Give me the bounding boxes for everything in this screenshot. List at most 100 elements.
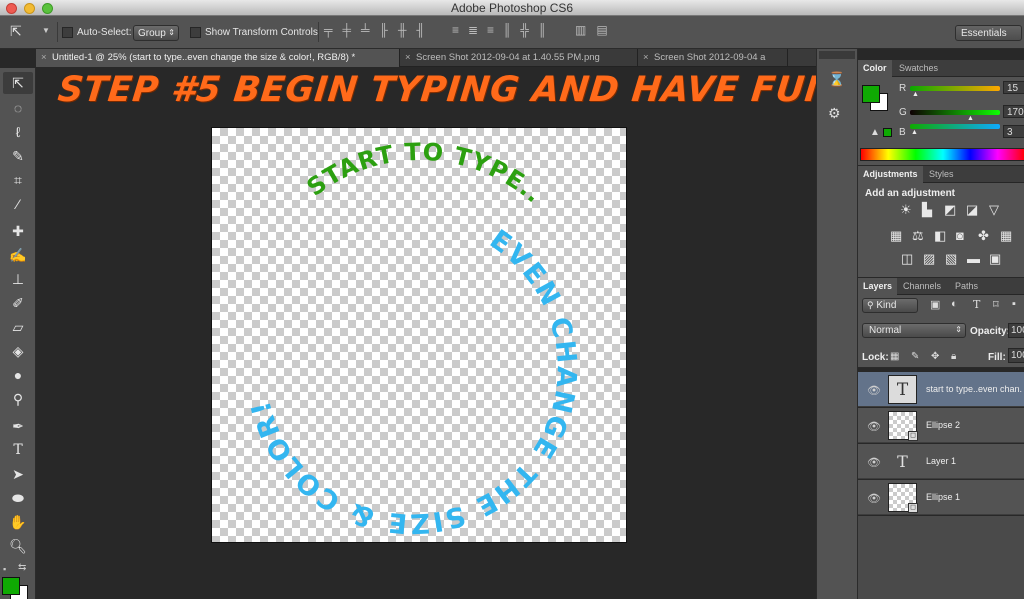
healing-brush-tool-icon[interactable]: ✚ [3,220,33,242]
document-canvas[interactable]: START TO TYPE.. EVEN CHANGE THE SIZE & C… [212,128,626,542]
lock-image-icon[interactable]: ✎ [911,351,919,362]
lock-position-icon[interactable]: ✥ [931,351,939,362]
default-colors-icon[interactable]: ▪ [3,564,6,574]
visibility-eye-icon[interactable]: 👁︎ [867,456,881,469]
blur-tool-icon[interactable]: ● [3,364,33,386]
foreground-swatch[interactable] [862,85,880,103]
clone-stamp-tool-icon[interactable]: ⊥ [3,268,33,290]
filter-shape-icon[interactable]: ⌑ [993,298,999,311]
tab-styles[interactable]: Styles [924,166,959,183]
filter-type-icon[interactable]: T [973,298,980,311]
dodge-tool-icon[interactable]: ⚲ [3,388,33,410]
tab-channels[interactable]: Channels [898,278,946,295]
tab-screenshot-1[interactable]: × Screen Shot 2012-09-04 at 1.40.55 PM.p… [400,49,638,67]
tab-untitled-1[interactable]: × Untitled-1 @ 25% (start to type..even … [36,49,400,67]
green-path-text-content: START TO TYPE.. [302,138,547,209]
eyedropper-tool-icon[interactable]: ⁄ [3,193,33,215]
g-value-field[interactable]: 170 [1003,105,1024,118]
eraser-tool-icon[interactable]: ▱ [3,316,33,338]
close-tab-icon[interactable]: × [405,49,411,67]
history-brush-tool-icon[interactable]: ✐ [3,292,33,314]
swap-colors-icon[interactable]: ⇆ [18,562,26,573]
type-tool-icon[interactable]: T [3,439,33,461]
brush-tool-icon[interactable]: ✍ [3,244,33,266]
layer-row-ellipse-2[interactable]: 👁︎ ◻ Ellipse 2 [858,408,1024,443]
channel-mixer-icon[interactable]: ✤ [978,228,989,244]
photo-filter-icon[interactable]: ◙ [956,228,964,243]
curves-icon[interactable]: ◩ [944,202,956,218]
tab-layers[interactable]: Layers [858,278,898,295]
filter-pixel-icon[interactable]: ▣ [930,298,940,311]
hue-saturation-icon[interactable]: ▦ [890,228,902,244]
b-slider[interactable] [910,124,1000,129]
workspace-switcher[interactable]: Essentials [955,25,1022,41]
auto-align-buttons-icon[interactable]: ▥▤ [575,23,618,37]
tab-color[interactable]: Color [858,60,892,77]
b-slider-thumb-icon[interactable]: ▲ [911,129,918,136]
properties-panel-icon[interactable]: ⚙ [828,105,841,122]
gradient-map-icon[interactable]: ▬ [967,251,980,266]
layer-row-text-path[interactable]: 👁︎ T start to type..even chan... [858,372,1024,407]
layer-name: Layer 1 [926,456,957,466]
auto-select-checkbox[interactable] [62,27,73,38]
visibility-eye-icon[interactable]: 👁︎ [867,384,881,397]
transform-controls-checkbox[interactable] [190,27,201,38]
foreground-color-swatch[interactable] [2,577,20,595]
filter-smart-object-icon[interactable]: ▪ [1012,298,1016,310]
vibrance-icon[interactable]: ▽ [989,202,999,218]
align-buttons-icon[interactable]: ╤╪╧╟╫╢ [324,23,435,37]
ellipse-tool-icon[interactable]: ⬬ [3,487,33,509]
r-slider[interactable] [910,86,1000,91]
b-value-field[interactable]: 3 [1003,125,1024,138]
tab-screenshot-2[interactable]: × Screen Shot 2012-09-04 a [638,49,788,67]
path-selection-tool-icon[interactable]: ➤ [3,463,33,485]
preset-dropdown-icon[interactable]: ▼ [42,26,50,35]
layer-row-layer-1[interactable]: 👁︎ T Layer 1 [858,444,1024,479]
g-slider-thumb-icon[interactable]: ▲ [967,115,974,122]
hand-tool-icon[interactable]: ✋ [3,511,33,533]
posterize-icon[interactable]: ▨ [923,251,935,267]
color-lookup-icon[interactable]: ▦ [1000,228,1012,244]
zoom-tool-icon[interactable]: 🔍︎ [3,535,33,557]
out-of-gamut-warning-icon[interactable]: ▲ [870,127,880,138]
move-tool-icon[interactable]: ⇱ [3,72,33,94]
lock-all-icon[interactable]: 🔒︎ [951,351,956,362]
lock-transparent-icon[interactable]: ▦ [890,351,899,362]
r-slider-thumb-icon[interactable]: ▲ [912,91,919,98]
invert-icon[interactable]: ◫ [901,251,913,267]
layer-filter-dropdown[interactable]: ⚲ Kind [862,298,918,313]
levels-icon[interactable]: ▙ [922,202,932,218]
blend-mode-dropdown[interactable]: Normal ⇕ [862,323,966,338]
filter-adjustment-icon[interactable]: ◐ [951,298,958,310]
exposure-icon[interactable]: ◪ [966,202,978,218]
distribute-buttons-icon[interactable]: ≡≣≡║╬║ [452,23,556,37]
pen-tool-icon[interactable]: ✒ [3,415,33,437]
lasso-tool-icon[interactable]: ℓ [3,121,33,143]
opacity-field[interactable]: 100 [1008,323,1024,338]
visibility-eye-icon[interactable]: 👁︎ [867,420,881,433]
paint-bucket-tool-icon[interactable]: ◈ [3,340,33,362]
history-panel-icon[interactable]: ⌛ [828,71,845,88]
tab-adjustments[interactable]: Adjustments [858,166,923,183]
crop-tool-icon[interactable]: ⌗ [3,169,33,191]
color-balance-icon[interactable]: ⚖ [912,228,924,244]
move-tool-preset-icon[interactable]: ⇱ [10,23,22,40]
quick-select-tool-icon[interactable]: ✎ [3,145,33,167]
tab-swatches[interactable]: Swatches [894,60,943,77]
auto-select-dropdown[interactable]: Group ⇕ [133,25,179,41]
g-slider[interactable] [910,110,1000,115]
close-tab-icon[interactable]: × [41,49,47,67]
brightness-contrast-icon[interactable]: ☀ [900,202,912,218]
close-tab-icon[interactable]: × [643,49,649,67]
color-ramp[interactable] [860,148,1024,161]
selective-color-icon[interactable]: ▣ [989,251,1001,267]
threshold-icon[interactable]: ▧ [945,251,957,267]
marquee-tool-icon[interactable]: ◌ [3,97,33,119]
visibility-eye-icon[interactable]: 👁︎ [867,492,881,505]
web-safe-swatch[interactable] [883,128,892,137]
black-white-icon[interactable]: ◧ [934,228,946,244]
layer-row-ellipse-1[interactable]: 👁︎ ◻ Ellipse 1 [858,480,1024,515]
fill-field[interactable]: 100 [1008,348,1024,363]
tab-paths[interactable]: Paths [950,278,983,295]
r-value-field[interactable]: 15 [1003,81,1024,94]
